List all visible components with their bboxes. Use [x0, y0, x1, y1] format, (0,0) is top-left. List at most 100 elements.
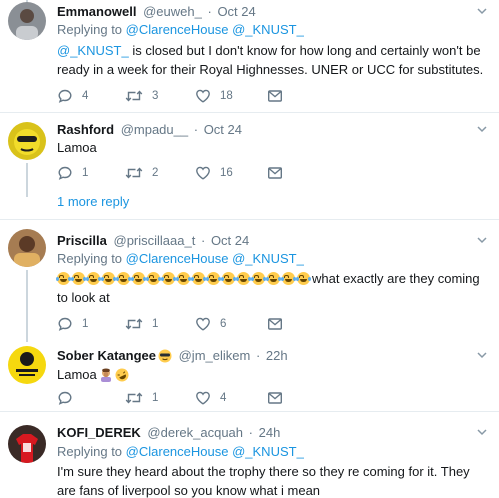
envelope-icon	[268, 90, 283, 102]
retweet-button[interactable]: 3	[125, 88, 195, 104]
separator-dot: ·	[248, 425, 253, 440]
replying-mentions[interactable]: @ClarenceHouse @_KNUST_	[126, 251, 304, 266]
timestamp[interactable]: Oct 24	[204, 122, 242, 137]
replying-to: Replying to @ClarenceHouse @_KNUST_	[57, 250, 304, 267]
direct-message-button[interactable]	[267, 165, 283, 181]
chevron-down-icon[interactable]	[477, 6, 487, 16]
chevron-down-icon[interactable]	[477, 427, 487, 437]
retweet-button[interactable]: 1	[125, 390, 195, 406]
face-with-tears-of-joy-icon	[281, 272, 296, 285]
retweet-icon	[125, 167, 143, 179]
tweet-rashford[interactable]: Rashford @mpadu__ · Oct 24 Lamoa 1 2 16	[0, 113, 499, 197]
like-count: 6	[220, 318, 227, 330]
mention-link[interactable]: @_KNUST_	[57, 43, 129, 58]
tweet-text-content: Lamoa	[57, 367, 97, 382]
reply-icon	[58, 166, 72, 180]
thread-line	[26, 163, 28, 197]
face-with-tears-of-joy-icon	[296, 272, 311, 285]
replying-prefix: Replying to	[57, 251, 123, 266]
replying-mentions[interactable]: @ClarenceHouse @_KNUST_	[126, 444, 304, 459]
tweet-kofi-derek[interactable]: KOFI_DEREK @derek_acquah · 24h Replying …	[0, 412, 499, 498]
reply-count: 1	[82, 167, 89, 179]
face-with-tears-of-joy-icon	[116, 272, 131, 285]
like-button[interactable]: 6	[195, 316, 267, 332]
person-facepalming-icon	[100, 368, 111, 382]
tweet-sober-katangee[interactable]: Sober Katangee @jm_elikem · 22h Lamoa 1 …	[0, 342, 499, 412]
user-handle[interactable]: @jm_elikem	[179, 348, 251, 363]
display-name[interactable]: Rashford	[57, 122, 114, 137]
like-button[interactable]: 4	[195, 390, 267, 406]
reply-button[interactable]: 4	[57, 88, 125, 104]
direct-message-button[interactable]	[267, 316, 283, 332]
tweet-actions: 1 2 16	[57, 165, 283, 181]
face-with-tears-of-joy-icon	[161, 272, 176, 285]
display-name[interactable]: KOFI_DEREK	[57, 425, 141, 440]
chevron-down-icon[interactable]	[477, 235, 487, 245]
direct-message-button[interactable]	[267, 390, 283, 406]
avatar[interactable]	[8, 346, 46, 384]
more-replies-link[interactable]: 1 more reply	[57, 194, 129, 209]
heart-icon	[196, 391, 210, 405]
retweet-button[interactable]: 1	[125, 316, 195, 332]
tweet-text: @_KNUST_ is closed but I don't know for …	[57, 41, 492, 79]
chevron-down-icon[interactable]	[477, 124, 487, 134]
tweet-emmanowell[interactable]: Emmanowell @euweh_ · Oct 24 Replying to …	[0, 0, 499, 112]
replying-to: Replying to @ClarenceHouse @_KNUST_	[57, 443, 304, 460]
like-button[interactable]: 16	[195, 165, 267, 181]
avatar[interactable]	[8, 425, 46, 463]
avatar[interactable]	[8, 2, 46, 40]
face-with-tears-of-joy-icon	[221, 272, 236, 285]
retweet-count: 2	[152, 167, 159, 179]
tweet-actions: 4 3 18	[57, 88, 283, 104]
heart-icon	[196, 166, 210, 180]
user-handle[interactable]: @mpadu__	[121, 122, 188, 137]
reply-count: 1	[82, 318, 89, 330]
face-with-tears-of-joy-icon	[131, 272, 146, 285]
like-count: 16	[220, 167, 233, 179]
face-with-tears-of-joy-icon	[101, 272, 116, 285]
user-handle[interactable]: @priscillaaa_t	[114, 233, 196, 248]
retweet-count: 3	[152, 90, 159, 102]
face-with-tears-of-joy-icon	[266, 272, 281, 285]
envelope-icon	[268, 392, 283, 404]
display-name[interactable]: Emmanowell	[57, 4, 136, 19]
face-with-tears-of-joy-icon	[146, 272, 161, 285]
face-with-tears-of-joy-icon	[191, 272, 206, 285]
direct-message-button[interactable]	[267, 88, 283, 104]
like-button[interactable]: 18	[195, 88, 267, 104]
tweet-header: Sober Katangee @jm_elikem · 22h	[57, 347, 288, 364]
thread-line	[26, 270, 28, 342]
face-with-tears-of-joy-icon	[86, 272, 101, 285]
sunglasses-face-icon	[158, 349, 172, 363]
user-handle[interactable]: @derek_acquah	[147, 425, 243, 440]
retweet-icon	[125, 318, 143, 330]
avatar[interactable]	[8, 229, 46, 267]
tweet-header: Priscilla @priscillaaa_t · Oct 24	[57, 232, 249, 249]
tweet-priscilla[interactable]: Priscilla @priscillaaa_t · Oct 24 Replyi…	[0, 220, 499, 342]
reply-button[interactable]: 1	[57, 316, 125, 332]
retweet-icon	[125, 90, 143, 102]
reply-icon	[58, 317, 72, 331]
timestamp[interactable]: 22h	[266, 348, 288, 363]
timestamp[interactable]: Oct 24	[217, 4, 255, 19]
timestamp[interactable]: 24h	[259, 425, 281, 440]
reply-button[interactable]	[57, 390, 125, 406]
reply-icon	[58, 391, 72, 405]
rolling-on-floor-laughing-icon	[115, 368, 129, 382]
retweet-button[interactable]: 2	[125, 165, 195, 181]
tweet-text: I'm sure they heard about the trophy the…	[57, 464, 470, 498]
user-handle[interactable]: @euweh_	[143, 4, 202, 19]
display-name[interactable]: Sober Katangee	[57, 348, 156, 363]
separator-dot: ·	[255, 348, 261, 363]
separator-dot: ·	[193, 122, 199, 137]
reply-thread: Emmanowell @euweh_ · Oct 24 Replying to …	[0, 0, 499, 498]
timestamp[interactable]: Oct 24	[211, 233, 249, 248]
tweet-actions: 1 1 6	[57, 316, 283, 332]
display-name[interactable]: Priscilla	[57, 233, 107, 248]
tweet-header: Rashford @mpadu__ · Oct 24	[57, 121, 242, 138]
replying-mentions[interactable]: @ClarenceHouse @_KNUST_	[126, 22, 304, 37]
like-count: 18	[220, 90, 233, 102]
reply-button[interactable]: 1	[57, 165, 125, 181]
chevron-down-icon[interactable]	[477, 350, 487, 360]
avatar[interactable]	[8, 122, 46, 160]
